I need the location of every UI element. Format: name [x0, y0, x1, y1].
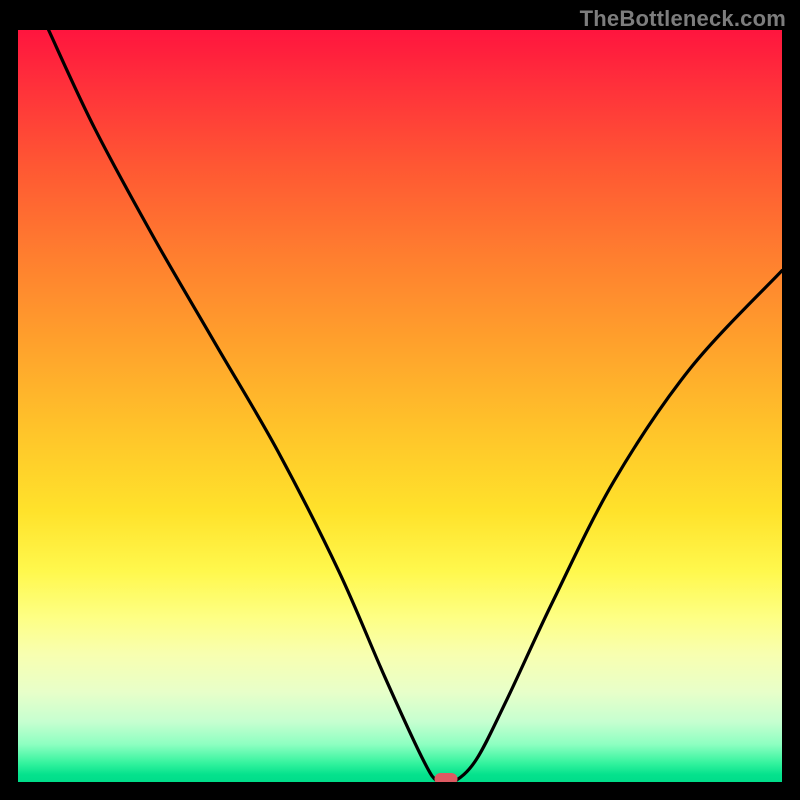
bottleneck-marker — [434, 773, 457, 782]
plot-area — [18, 30, 782, 782]
watermark-text: TheBottleneck.com — [580, 6, 786, 32]
curve-svg — [18, 30, 782, 782]
chart-frame: TheBottleneck.com — [0, 0, 800, 800]
bottleneck-curve — [49, 30, 782, 782]
